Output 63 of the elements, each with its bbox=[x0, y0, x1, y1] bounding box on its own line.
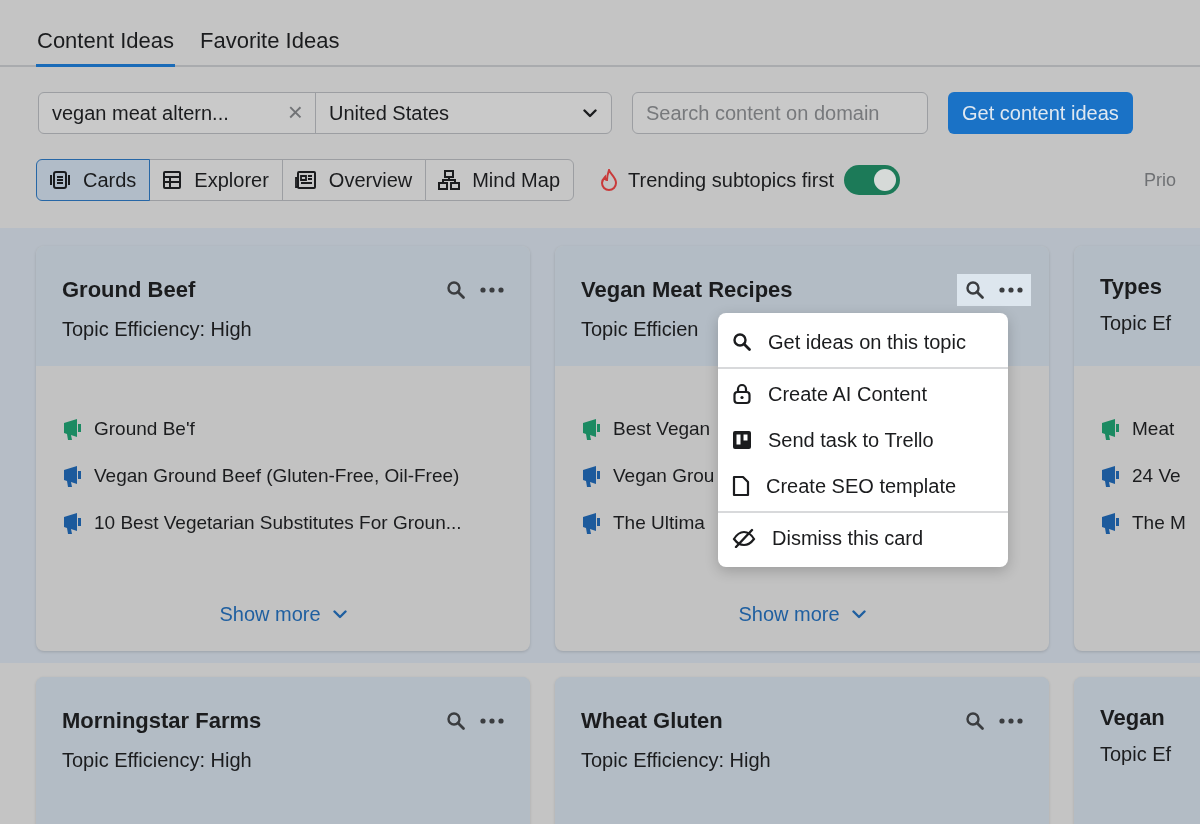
newspaper-icon bbox=[294, 170, 317, 190]
chevron-down-icon bbox=[851, 610, 866, 619]
sort-label: Prio bbox=[1144, 169, 1177, 191]
menu-item[interactable]: Create AI Content bbox=[718, 371, 1008, 417]
get-ideas-button[interactable]: Get content ideas bbox=[948, 92, 1133, 134]
view-tab[interactable]: Mind Map bbox=[425, 159, 574, 201]
topic-efficiency: Topic Ef bbox=[1100, 312, 1173, 335]
more-icon bbox=[999, 287, 1023, 293]
view-tab[interactable]: Cards bbox=[36, 159, 151, 201]
country-select[interactable]: United States bbox=[315, 93, 611, 133]
search-icon bbox=[965, 711, 985, 731]
more-icon bbox=[999, 718, 1023, 724]
toggle-label: Trending subtopics first bbox=[628, 168, 835, 192]
idea-title[interactable]: 10 Best Vegetarian Substitutes For Groun... bbox=[94, 512, 462, 534]
search-icon bbox=[965, 280, 985, 300]
board-icon bbox=[732, 430, 752, 450]
idea-title[interactable]: The M bbox=[1132, 512, 1186, 534]
menu-item[interactable]: Send task to Trello bbox=[718, 417, 1008, 463]
hierarchy-icon bbox=[438, 170, 461, 190]
chevron-down-icon bbox=[332, 610, 347, 619]
show-more-link[interactable]: Show more bbox=[213, 602, 353, 627]
idea-title[interactable]: The Ultima bbox=[613, 512, 705, 534]
idea-title[interactable]: Best Vegan bbox=[613, 418, 711, 440]
domain-search-field[interactable]: Search content on domain bbox=[632, 92, 928, 134]
flame-icon bbox=[600, 169, 618, 191]
topic-efficiency: Topic Efficiency: High bbox=[62, 318, 253, 341]
tab[interactable]: Content Ideas bbox=[36, 28, 175, 67]
card-title: Vegan Meat Recipes bbox=[581, 277, 793, 303]
chevron-down-icon bbox=[583, 108, 597, 118]
topic-efficiency: Topic Efficiency: High bbox=[62, 749, 253, 772]
search-icon bbox=[446, 280, 466, 300]
view-tab[interactable]: Explorer bbox=[149, 159, 283, 201]
search-icon bbox=[446, 711, 466, 731]
eye-slash-icon bbox=[732, 528, 756, 548]
topic-efficiency: Topic Efficiency: High bbox=[581, 749, 772, 772]
idea-title[interactable]: Ground Be'f bbox=[94, 418, 195, 440]
menu-item[interactable]: Dismiss this card bbox=[718, 515, 1008, 561]
idea-title[interactable]: Meat bbox=[1132, 418, 1175, 440]
table-icon bbox=[162, 170, 183, 190]
topic-efficiency: Topic Efficien bbox=[581, 318, 700, 341]
card-title: Wheat Gluten bbox=[581, 708, 723, 734]
idea-title[interactable]: 24 Ve bbox=[1132, 465, 1181, 487]
card-title: Ground Beef bbox=[62, 277, 196, 303]
more-icon bbox=[480, 287, 504, 293]
more-icon bbox=[480, 718, 504, 724]
idea-title[interactable]: Vegan Ground Beef (Gluten-Free, Oil-Free) bbox=[94, 465, 460, 487]
cards-icon bbox=[49, 170, 71, 190]
card-title: Vegan bbox=[1100, 705, 1165, 731]
tab[interactable]: Favorite Ideas bbox=[199, 28, 341, 67]
card-title: Types bbox=[1100, 274, 1162, 300]
trending-toggle[interactable] bbox=[844, 165, 901, 195]
search-icon bbox=[732, 332, 752, 352]
idea-title[interactable]: Vegan Grou bbox=[613, 465, 715, 487]
card-title: Morningstar Farms bbox=[62, 708, 262, 734]
menu-item[interactable]: Get ideas on this topic bbox=[718, 319, 1008, 365]
document-icon bbox=[732, 475, 750, 497]
keyword-field[interactable]: vegan meat altern... × United States bbox=[38, 92, 612, 134]
show-more-link[interactable]: Show more bbox=[732, 602, 872, 627]
card-actions[interactable] bbox=[957, 274, 1031, 306]
menu-item[interactable]: Create SEO template bbox=[718, 463, 1008, 509]
topic-efficiency: Topic Ef bbox=[1100, 743, 1173, 766]
view-tab[interactable]: Overview bbox=[281, 159, 427, 201]
lock-icon bbox=[732, 383, 752, 405]
